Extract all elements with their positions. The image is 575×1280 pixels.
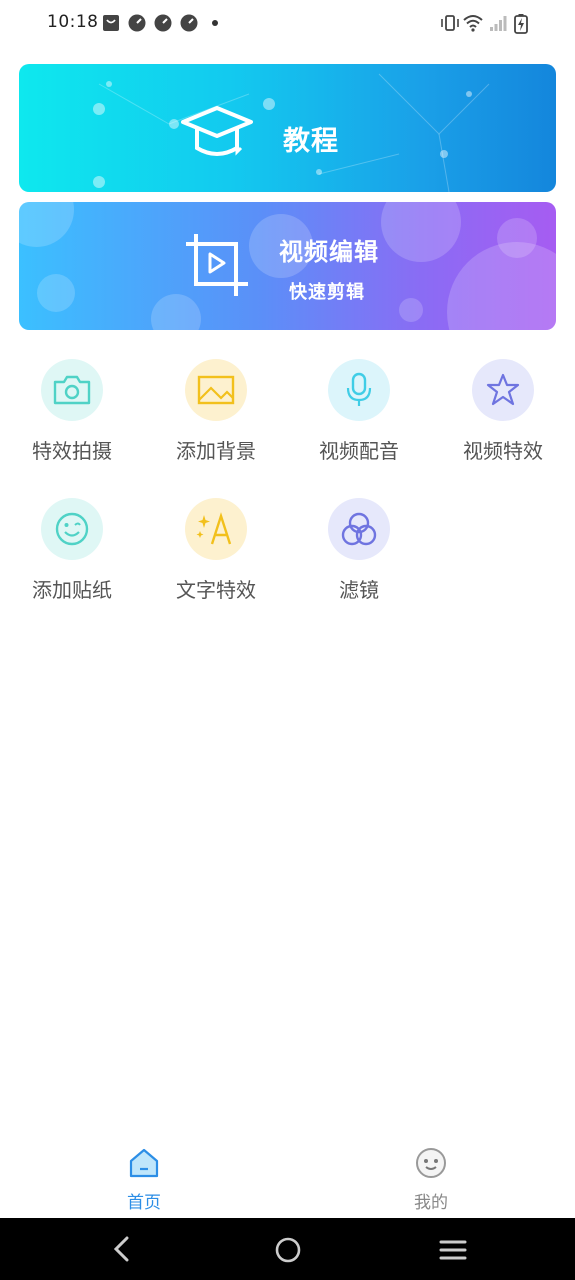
camera-icon [41, 359, 103, 421]
menu-icon[interactable] [439, 1238, 467, 1262]
microphone-icon [328, 359, 390, 421]
notification-bag-icon [103, 15, 119, 31]
video-edit-title: 视频编辑 [279, 238, 379, 266]
star-icon [472, 359, 534, 421]
banner-bubble [37, 274, 75, 312]
banner-bubble [381, 202, 461, 262]
tool-label: 添加贴纸 [32, 578, 112, 602]
status-bar: 10:18 [0, 0, 575, 48]
crop-video-icon [186, 234, 248, 296]
tool-add-sticker[interactable]: 添加贴纸 [0, 498, 144, 618]
tool-label: 添加背景 [176, 439, 256, 463]
tool-video-dubbing[interactable]: 视频配音 [287, 359, 431, 479]
graduation-cap-icon [181, 106, 253, 156]
signal-icon [490, 16, 507, 31]
tool-label: 文字特效 [176, 578, 256, 602]
home-circle-icon[interactable] [274, 1236, 302, 1264]
vibrate-icon [441, 15, 459, 31]
face-profile-icon [416, 1148, 446, 1178]
more-notifications-dot [212, 20, 218, 26]
text-sparkle-icon [185, 498, 247, 560]
banner-bubble [19, 202, 74, 247]
tool-label: 视频特效 [463, 439, 543, 463]
notification-gauge-icon [180, 14, 198, 32]
video-edit-banner[interactable]: 视频编辑 快速剪辑 [19, 202, 556, 330]
nav-home[interactable]: 首页 [84, 1146, 204, 1213]
banner-bubble [447, 242, 556, 330]
wifi-icon [463, 15, 483, 32]
status-time: 10:18 [47, 12, 99, 32]
home-icon [129, 1148, 159, 1178]
nav-home-label: 首页 [127, 1193, 161, 1213]
tutorial-banner[interactable]: 教程 [19, 64, 556, 192]
smiley-icon [41, 498, 103, 560]
tool-add-background[interactable]: 添加背景 [144, 359, 288, 479]
notification-gauge-icon [128, 14, 146, 32]
tool-filter[interactable]: 滤镜 [287, 498, 431, 618]
battery-charging-icon [514, 14, 528, 34]
video-edit-subtitle: 快速剪辑 [289, 282, 365, 303]
tutorial-title: 教程 [283, 126, 339, 157]
tool-effect-shoot[interactable]: 特效拍摄 [0, 359, 144, 479]
tool-video-effects[interactable]: 视频特效 [431, 359, 575, 479]
back-icon[interactable] [110, 1236, 134, 1262]
notification-gauge-icon [154, 14, 172, 32]
tool-label: 特效拍摄 [32, 439, 112, 463]
banner-bubble [151, 294, 201, 330]
bottom-nav: 首页 我的 [0, 1140, 575, 1218]
nav-mine-label: 我的 [414, 1193, 448, 1213]
banner-bubble [399, 298, 423, 322]
tool-label: 滤镜 [339, 578, 379, 602]
tool-text-effects[interactable]: 文字特效 [144, 498, 288, 618]
tool-label: 视频配音 [319, 439, 399, 463]
system-nav-bar [0, 1218, 575, 1280]
nav-mine[interactable]: 我的 [371, 1146, 491, 1213]
image-icon [185, 359, 247, 421]
filter-icon [328, 498, 390, 560]
